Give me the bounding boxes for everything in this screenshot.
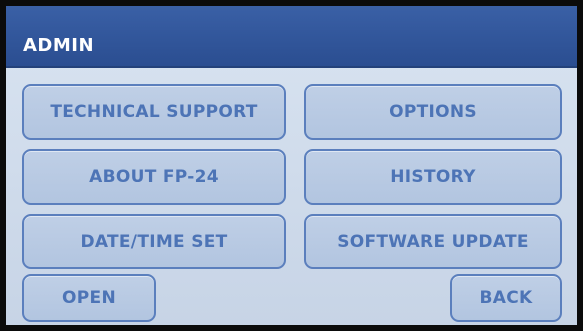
history-button[interactable]: HISTORY (304, 149, 562, 205)
device-bezel: ADMIN TECHNICAL SUPPORT OPTIONS ABOUT FP… (0, 0, 583, 331)
about-label: ABOUT FP-24 (89, 167, 219, 187)
options-button[interactable]: OPTIONS (304, 84, 562, 140)
back-button[interactable]: BACK (450, 274, 562, 322)
technical-support-label: TECHNICAL SUPPORT (50, 102, 258, 122)
open-button[interactable]: OPEN (22, 274, 156, 322)
date-time-set-label: DATE/TIME SET (80, 231, 228, 252)
software-update-label: SOFTWARE UPDATE (337, 231, 529, 252)
back-label: BACK (479, 288, 533, 308)
about-button[interactable]: ABOUT FP-24 (22, 149, 286, 205)
touch-screen: ADMIN TECHNICAL SUPPORT OPTIONS ABOUT FP… (6, 6, 577, 325)
technical-support-button[interactable]: TECHNICAL SUPPORT (22, 84, 286, 140)
history-label: HISTORY (390, 167, 476, 187)
open-label: OPEN (62, 288, 116, 308)
options-label: OPTIONS (389, 102, 477, 122)
date-time-set-button[interactable]: DATE/TIME SET (22, 214, 286, 269)
title-bar: ADMIN (6, 6, 577, 68)
page-title: ADMIN (23, 35, 95, 56)
software-update-button[interactable]: SOFTWARE UPDATE (304, 214, 562, 269)
